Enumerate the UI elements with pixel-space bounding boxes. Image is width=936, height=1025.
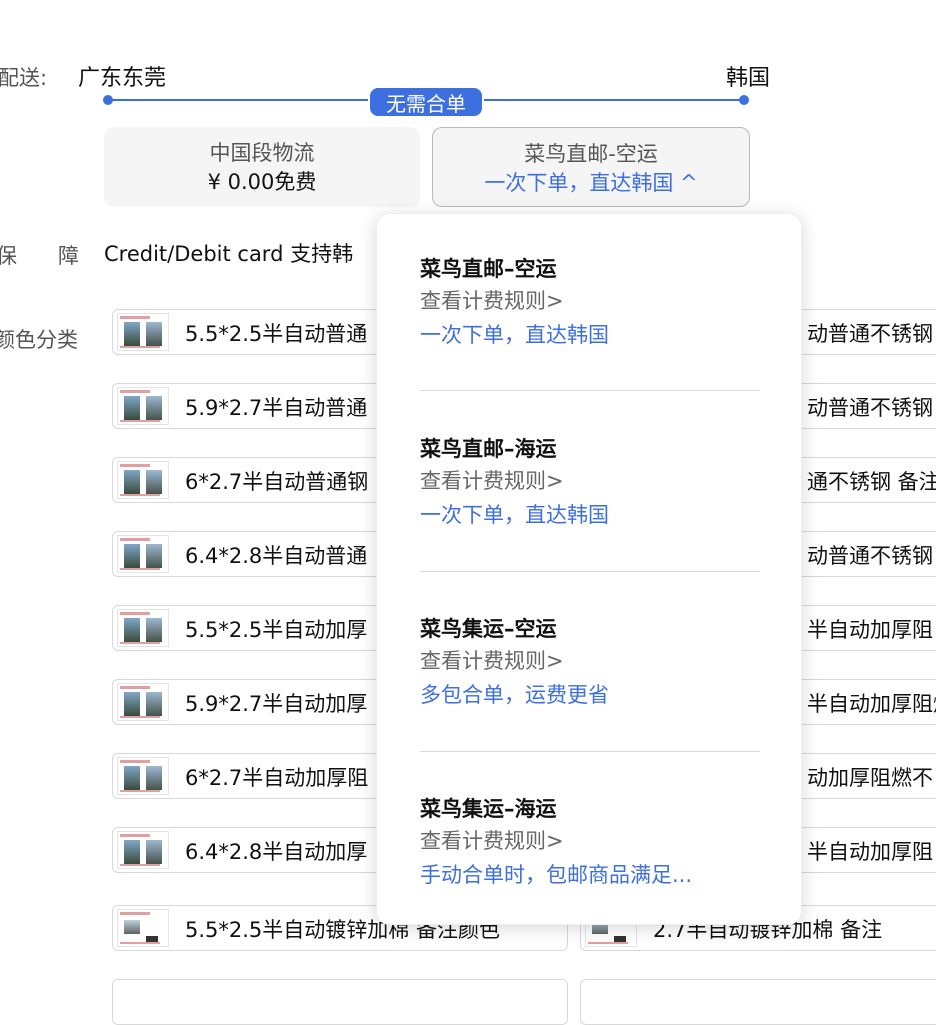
variant-option-label: 动加厚阻燃不 bbox=[807, 766, 933, 790]
route-end-dot bbox=[739, 95, 749, 105]
variant-option[interactable] bbox=[112, 979, 568, 1025]
variant-option-label: 动普通不锈钢 bbox=[807, 322, 933, 346]
variant-option-label: 通不锈钢 备注 bbox=[807, 470, 936, 494]
dropdown-option-direct-sea[interactable]: 菜鸟直邮–海运 查看计费规则> 一次下单，直达韩国 bbox=[420, 434, 760, 532]
route-start-dot bbox=[103, 95, 113, 105]
dropdown-option-desc: 一次下单，直达韩国 bbox=[420, 503, 609, 527]
dropdown-option-consolidated-sea[interactable]: 菜鸟集运–海运 查看计费规则> 手动合单时，包邮商品满足... bbox=[420, 794, 760, 892]
variant-option-label: 半自动加厚阻 bbox=[807, 618, 933, 642]
fee-rules-link[interactable]: 查看计费规则> bbox=[420, 644, 760, 678]
variant-option-label: 6.4*2.8半自动普通 bbox=[185, 544, 368, 568]
variant-option-label: 6*2.7半自动普通钢 bbox=[185, 470, 369, 494]
fee-rules-link[interactable]: 查看计费规则> bbox=[420, 824, 760, 858]
variant-option-label: 动普通不锈钢 bbox=[807, 544, 933, 568]
dropdown-option-title: 菜鸟直邮–空运 bbox=[420, 257, 557, 281]
guarantee-text: Credit/Debit card 支持韩 bbox=[104, 242, 354, 266]
variant-thumbnail bbox=[117, 831, 169, 869]
divider bbox=[420, 751, 760, 752]
dropdown-option-desc: 多包合单，运费更省 bbox=[420, 683, 609, 707]
variant-option-label: 动普通不锈钢 bbox=[807, 396, 933, 420]
variant-option-label: 半自动加厚阻 bbox=[807, 840, 933, 864]
variant-thumbnail bbox=[117, 313, 169, 351]
origin-city: 广东东莞 bbox=[78, 66, 167, 91]
variant-option-label: 6.4*2.8半自动加厚 bbox=[185, 840, 368, 864]
variant-option-label: 半自动加厚阻燃 bbox=[807, 692, 936, 716]
route-badge: 无需合单 bbox=[368, 86, 484, 118]
divider bbox=[420, 571, 760, 572]
destination-city: 韩国 bbox=[726, 66, 771, 91]
dropdown-option-title: 菜鸟集运–海运 bbox=[420, 797, 557, 821]
divider bbox=[420, 390, 760, 391]
shipping-option-title: 菜鸟直邮-空运 bbox=[524, 142, 658, 166]
variant-thumbnail bbox=[117, 683, 169, 721]
variant-option-label: 6*2.7半自动加厚阻 bbox=[185, 766, 369, 790]
guarantee-label-b: 障 bbox=[58, 244, 79, 268]
variant-thumbnail bbox=[117, 757, 169, 795]
variant-thumbnail bbox=[117, 535, 169, 573]
dropdown-option-desc: 手动合单时，包邮商品满足... bbox=[420, 863, 693, 887]
variant-option-label: 5.5*2.5半自动普通 bbox=[185, 322, 368, 346]
variant-option[interactable] bbox=[580, 979, 936, 1025]
shipping-option-price: ¥ 0.00免费 bbox=[207, 170, 317, 194]
dropdown-option-title: 菜鸟直邮–海运 bbox=[420, 437, 557, 461]
variant-label: 颜色分类 bbox=[0, 328, 78, 352]
fee-rules-link[interactable]: 查看计费规则> bbox=[420, 284, 760, 318]
dropdown-option-consolidated-air[interactable]: 菜鸟集运–空运 查看计费规则> 多包合单，运费更省 bbox=[420, 614, 760, 712]
guarantee-label-a: 保 bbox=[0, 244, 17, 268]
fee-rules-link[interactable]: 查看计费规则> bbox=[420, 464, 760, 498]
dropdown-option-desc: 一次下单，直达韩国 bbox=[420, 323, 609, 347]
variant-thumbnail bbox=[117, 909, 169, 947]
shipping-option-cainiao-air[interactable]: 菜鸟直邮-空运 一次下单，直达韩国 ^ bbox=[432, 127, 750, 207]
shipping-method-dropdown: 菜鸟直邮–空运 查看计费规则> 一次下单，直达韩国 菜鸟直邮–海运 查看计费规则… bbox=[376, 213, 802, 925]
shipping-option-title: 中国段物流 bbox=[209, 141, 315, 165]
dropdown-option-direct-air[interactable]: 菜鸟直邮–空运 查看计费规则> 一次下单，直达韩国 bbox=[420, 254, 760, 352]
variant-option-label: 5.5*2.5半自动加厚 bbox=[185, 618, 368, 642]
variant-thumbnail bbox=[117, 461, 169, 499]
variant-thumbnail bbox=[117, 609, 169, 647]
shipping-option-subtitle: 一次下单，直达韩国 ^ bbox=[484, 171, 698, 195]
variant-option-label: 5.9*2.7半自动普通 bbox=[185, 396, 368, 420]
shipping-label: 配送: bbox=[0, 62, 47, 92]
dropdown-option-title: 菜鸟集运–空运 bbox=[420, 617, 557, 641]
shipping-label-text: 配送: bbox=[0, 66, 48, 90]
variant-option-label: 5.9*2.7半自动加厚 bbox=[185, 692, 368, 716]
variant-thumbnail bbox=[117, 387, 169, 425]
shipping-option-china[interactable]: 中国段物流 ¥ 0.00免费 bbox=[104, 127, 420, 207]
